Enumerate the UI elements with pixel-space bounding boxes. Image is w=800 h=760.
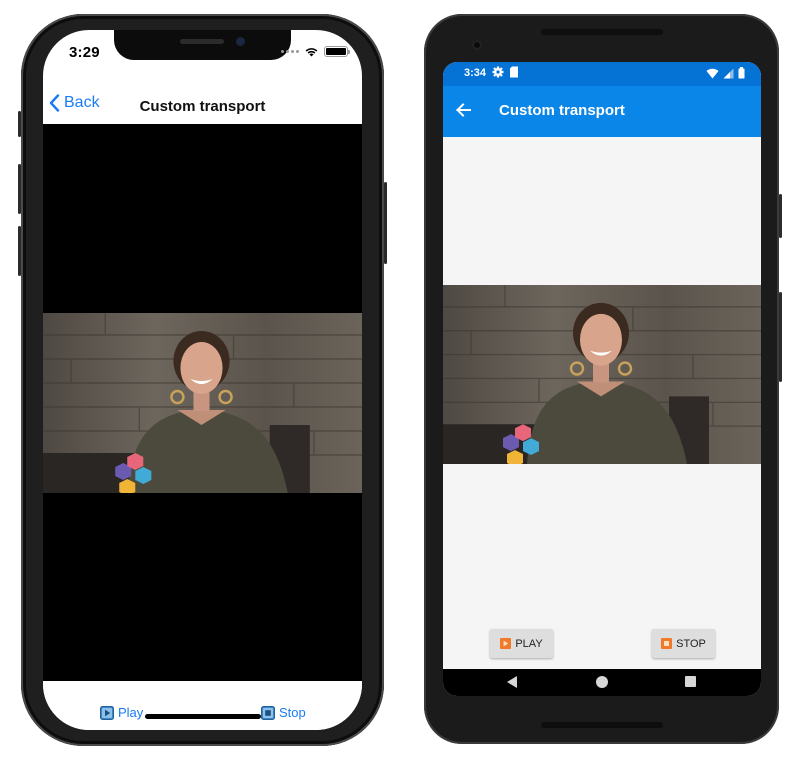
video-player[interactable] <box>443 285 761 464</box>
page-title: Custom transport <box>139 98 266 115</box>
back-button[interactable] <box>455 102 471 118</box>
iphone-device: 3:29 Back Custom transport Play Stop <box>18 14 387 746</box>
home-indicator[interactable] <box>145 714 261 719</box>
sd-card-icon <box>510 66 518 78</box>
android-front-camera <box>472 40 482 50</box>
ios-notch <box>114 30 291 60</box>
page-title: Custom transport <box>499 102 625 119</box>
nav-home-icon[interactable] <box>596 676 608 688</box>
stop-button[interactable]: Stop <box>261 705 306 720</box>
ios-status-time: 3:29 <box>69 44 100 61</box>
android-navigation-bar <box>443 669 761 696</box>
ios-earpiece <box>180 39 224 44</box>
gear-icon <box>492 66 504 78</box>
stop-button-label: STOP <box>676 637 706 650</box>
volume-rocker <box>779 292 782 382</box>
battery-icon <box>738 67 745 79</box>
stop-icon <box>661 638 673 649</box>
android-status-bar: 3:34 <box>443 62 761 86</box>
android-notification-icons <box>492 66 519 78</box>
nav-recents-icon[interactable] <box>685 676 696 687</box>
arrow-left-icon <box>456 103 471 117</box>
ios-screen: 3:29 Back Custom transport Play Stop <box>43 30 362 730</box>
play-button[interactable]: Play <box>100 705 143 720</box>
play-button[interactable]: PLAY <box>490 629 553 658</box>
android-bottom-speaker <box>541 722 663 728</box>
android-system-icons <box>706 67 745 79</box>
mute-switch <box>18 111 21 137</box>
android-screen: 3:34 Custom transport PLAY STOP <box>443 62 761 696</box>
play-icon <box>500 638 512 649</box>
wifi-icon <box>706 68 719 78</box>
ios-status-icons <box>281 46 350 57</box>
side-button <box>384 182 387 264</box>
volume-down-button <box>18 226 21 276</box>
power-button <box>779 194 782 238</box>
ios-front-camera <box>236 37 245 46</box>
nav-back-icon[interactable] <box>506 675 518 689</box>
signal-icon <box>723 68 734 78</box>
transport-controls: Play Stop <box>43 681 362 730</box>
stop-button-label: Stop <box>279 705 306 720</box>
ios-navigation-bar: Back Custom transport <box>43 90 362 124</box>
wifi-icon <box>305 48 318 57</box>
volume-up-button <box>18 164 21 214</box>
android-app-bar: Custom transport <box>443 86 761 137</box>
stop-icon <box>261 705 275 720</box>
android-device: 3:34 Custom transport PLAY STOP <box>424 14 782 744</box>
play-icon <box>100 705 114 720</box>
play-button-label: Play <box>118 705 144 720</box>
stop-button[interactable]: STOP <box>652 629 715 658</box>
android-status-time: 3:34 <box>464 67 487 79</box>
video-player[interactable] <box>43 124 362 681</box>
play-button-label: PLAY <box>515 637 543 650</box>
video-frame <box>43 313 362 493</box>
battery-icon <box>324 46 350 57</box>
signal-dots-icon <box>281 50 299 53</box>
android-earpiece <box>541 29 663 35</box>
